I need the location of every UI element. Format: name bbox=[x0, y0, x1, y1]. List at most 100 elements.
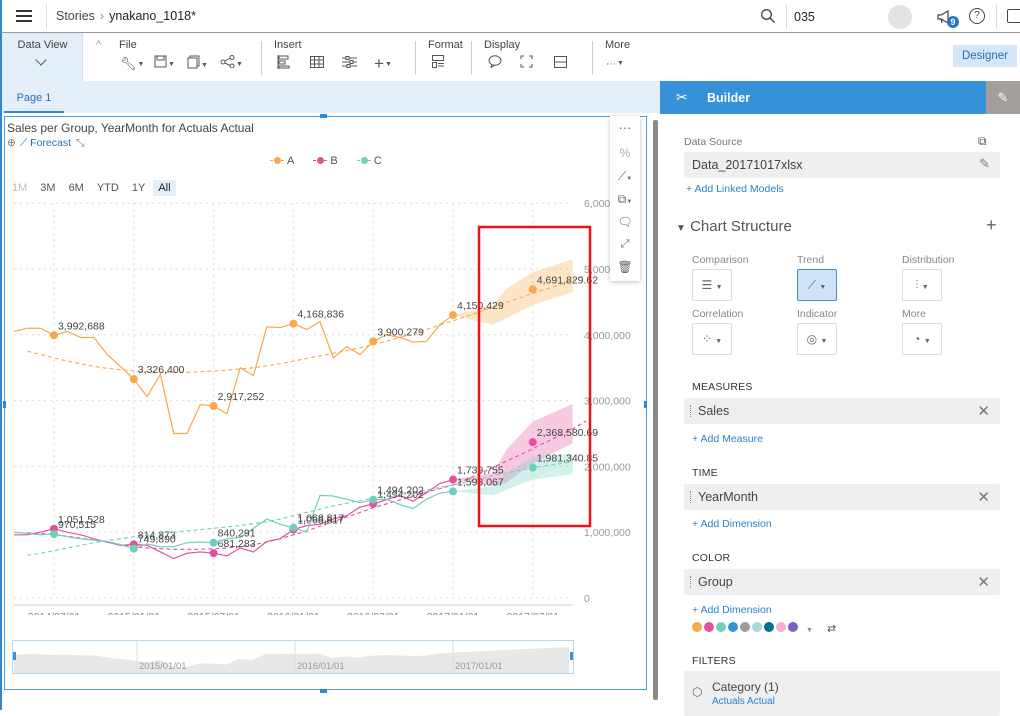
data-point-b bbox=[209, 549, 218, 558]
filter-value[interactable]: Actuals Actual bbox=[712, 696, 775, 707]
palette-swatch bbox=[716, 622, 726, 632]
percent-icon[interactable]: % bbox=[610, 146, 640, 160]
avatar[interactable] bbox=[888, 5, 912, 29]
color-palette[interactable]: ▼ ⇄ bbox=[692, 621, 836, 635]
line-chart-icon: ⟋ bbox=[807, 278, 817, 292]
data-label: 840,291 bbox=[218, 528, 256, 540]
line-chart: 01,000,0002,000,0003,000,0004,000,0005,0… bbox=[13, 198, 631, 615]
toolbar: Data View ^ File 🔧︎▼ ▼ ▼ ▼ Insert +▼ For… bbox=[0, 33, 1020, 81]
legend-item-c[interactable]: C bbox=[356, 155, 382, 167]
tools-button[interactable]: 🔧︎▼ bbox=[120, 55, 144, 73]
copy-button[interactable]: ▼ bbox=[187, 55, 208, 73]
insert-filter-button[interactable] bbox=[342, 55, 357, 73]
data-source-value: Data_20171017xlsx bbox=[692, 158, 803, 172]
color-heading: COLOR bbox=[692, 552, 731, 564]
data-view-button[interactable]: Data View bbox=[2, 33, 83, 81]
time-heading: TIME bbox=[692, 467, 718, 479]
styling-tab[interactable]: ✎ bbox=[986, 81, 1020, 114]
chart-type-indicator[interactable]: ◎ ▼ bbox=[797, 323, 837, 355]
data-point-a bbox=[50, 331, 58, 340]
data-point-c bbox=[50, 530, 58, 539]
insert-chart-button[interactable] bbox=[277, 55, 290, 73]
remove-icon[interactable]: ✕ bbox=[977, 573, 990, 591]
format-button[interactable] bbox=[432, 55, 444, 73]
range-1y[interactable]: 1Y bbox=[127, 180, 150, 196]
trend-chart-icon[interactable]: ⟋▼ bbox=[610, 169, 640, 184]
menu-icon[interactable] bbox=[16, 8, 32, 24]
resize-handle[interactable] bbox=[320, 689, 327, 693]
measure-field[interactable]: Sales ✕ bbox=[684, 398, 1000, 424]
overview-handle-left bbox=[13, 652, 16, 660]
divider bbox=[261, 41, 262, 75]
chat-icon[interactable] bbox=[1007, 9, 1020, 23]
builder-panel: Data Source ⧉ Data_20171017xlsx ✎ + Add … bbox=[660, 114, 1020, 716]
group-format-label: Format bbox=[428, 39, 463, 51]
divider bbox=[415, 41, 416, 75]
tab-page-1[interactable]: Page 1 bbox=[4, 81, 64, 113]
collapse-icon[interactable]: ^ bbox=[96, 39, 101, 51]
add-structure-icon[interactable]: + bbox=[986, 215, 997, 236]
range-navigator[interactable]: 2015/01/01 2016/01/01 2017/01/01 bbox=[12, 640, 574, 674]
remove-icon[interactable]: ✕ bbox=[977, 488, 990, 506]
comment-button[interactable] bbox=[488, 55, 502, 73]
divider bbox=[996, 4, 997, 29]
drag-handle-icon[interactable] bbox=[690, 405, 692, 417]
remove-icon[interactable]: ✕ bbox=[977, 402, 990, 420]
range-ytd[interactable]: YTD bbox=[92, 180, 124, 196]
delete-icon[interactable]: 🗑︎ bbox=[610, 260, 640, 274]
chart-type-comparison[interactable]: ☰ ▼ bbox=[692, 269, 732, 301]
switch-model-icon[interactable]: ⧉ bbox=[978, 134, 987, 149]
resize-handle[interactable] bbox=[320, 114, 327, 118]
add-dimension-link[interactable]: + Add Dimension bbox=[692, 604, 772, 616]
data-point-b bbox=[449, 475, 457, 484]
chart-type-more[interactable]: ◔ ▼ bbox=[902, 323, 942, 355]
insert-table-button[interactable] bbox=[310, 55, 324, 73]
breadcrumb-stories[interactable]: Stories bbox=[56, 9, 95, 23]
add-measure-link[interactable]: + Add Measure bbox=[692, 433, 763, 445]
linked-icon: ⤡ bbox=[76, 137, 85, 149]
insert-more-button[interactable]: +▼ bbox=[374, 55, 392, 73]
range-all[interactable]: All bbox=[153, 180, 176, 196]
chart-type-correlation[interactable]: ⁘ ▼ bbox=[692, 323, 732, 355]
copy-icon bbox=[187, 55, 200, 69]
data-source-field[interactable]: Data_20171017xlsx ✎ bbox=[684, 152, 1000, 178]
fullscreen-icon[interactable]: ⤢ bbox=[610, 238, 640, 251]
drag-handle-icon[interactable] bbox=[690, 576, 692, 588]
copy-icon[interactable]: ⧉▼ bbox=[610, 192, 640, 207]
chart-type-trend[interactable]: ⟋ ▼ bbox=[797, 269, 837, 301]
color-field[interactable]: Group ✕ bbox=[684, 569, 1000, 595]
palette-swatch bbox=[740, 622, 750, 632]
filter-token[interactable]: ⬡ Category (1) Actuals Actual bbox=[684, 671, 1000, 716]
edit-icon[interactable]: ✎ bbox=[979, 156, 990, 172]
range-3m[interactable]: 3M bbox=[35, 180, 60, 196]
donut-icon: ◔ bbox=[913, 332, 921, 346]
range-6m[interactable]: 6M bbox=[64, 180, 89, 196]
add-dimension-link[interactable]: + Add Dimension bbox=[692, 518, 772, 530]
help-icon[interactable]: ? bbox=[969, 8, 985, 24]
designer-button[interactable]: Designer bbox=[953, 45, 1017, 67]
range-1m[interactable]: 1M bbox=[7, 180, 32, 196]
fullscreen-button[interactable] bbox=[520, 55, 533, 73]
chart-type-distribution[interactable]: ⫶ ▼ bbox=[902, 269, 942, 301]
palette-dropdown-icon[interactable]: ▼ bbox=[806, 627, 813, 634]
time-field[interactable]: YearMonth ✕ bbox=[684, 484, 1000, 510]
chart-type-label: Indicator bbox=[797, 308, 838, 320]
legend-item-a[interactable]: A bbox=[270, 155, 294, 167]
more-icon[interactable]: ··· bbox=[610, 120, 640, 135]
chart-structure-toggle[interactable]: ▼ Chart Structure bbox=[676, 218, 792, 235]
forecast-link[interactable]: Forecast bbox=[30, 137, 71, 149]
layout-icon bbox=[554, 56, 567, 68]
drag-handle-icon[interactable] bbox=[690, 491, 692, 503]
data-point-c bbox=[209, 538, 218, 547]
add-linked-models-link[interactable]: + Add Linked Models bbox=[686, 183, 784, 195]
search-icon[interactable] bbox=[760, 8, 776, 24]
swap-colors-icon[interactable]: ⇄ bbox=[827, 623, 836, 635]
share-button[interactable]: ▼ bbox=[220, 55, 243, 73]
add-comment-icon[interactable]: 🗨︎ bbox=[610, 215, 640, 229]
save-button[interactable]: ▼ bbox=[154, 55, 175, 73]
more-button[interactable]: ···▼ bbox=[606, 55, 624, 73]
legend-item-b[interactable]: B bbox=[313, 155, 338, 167]
layout-button[interactable] bbox=[554, 55, 567, 73]
builder-header[interactable]: ✂︎ Builder bbox=[660, 81, 986, 114]
data-point-a bbox=[209, 402, 218, 411]
